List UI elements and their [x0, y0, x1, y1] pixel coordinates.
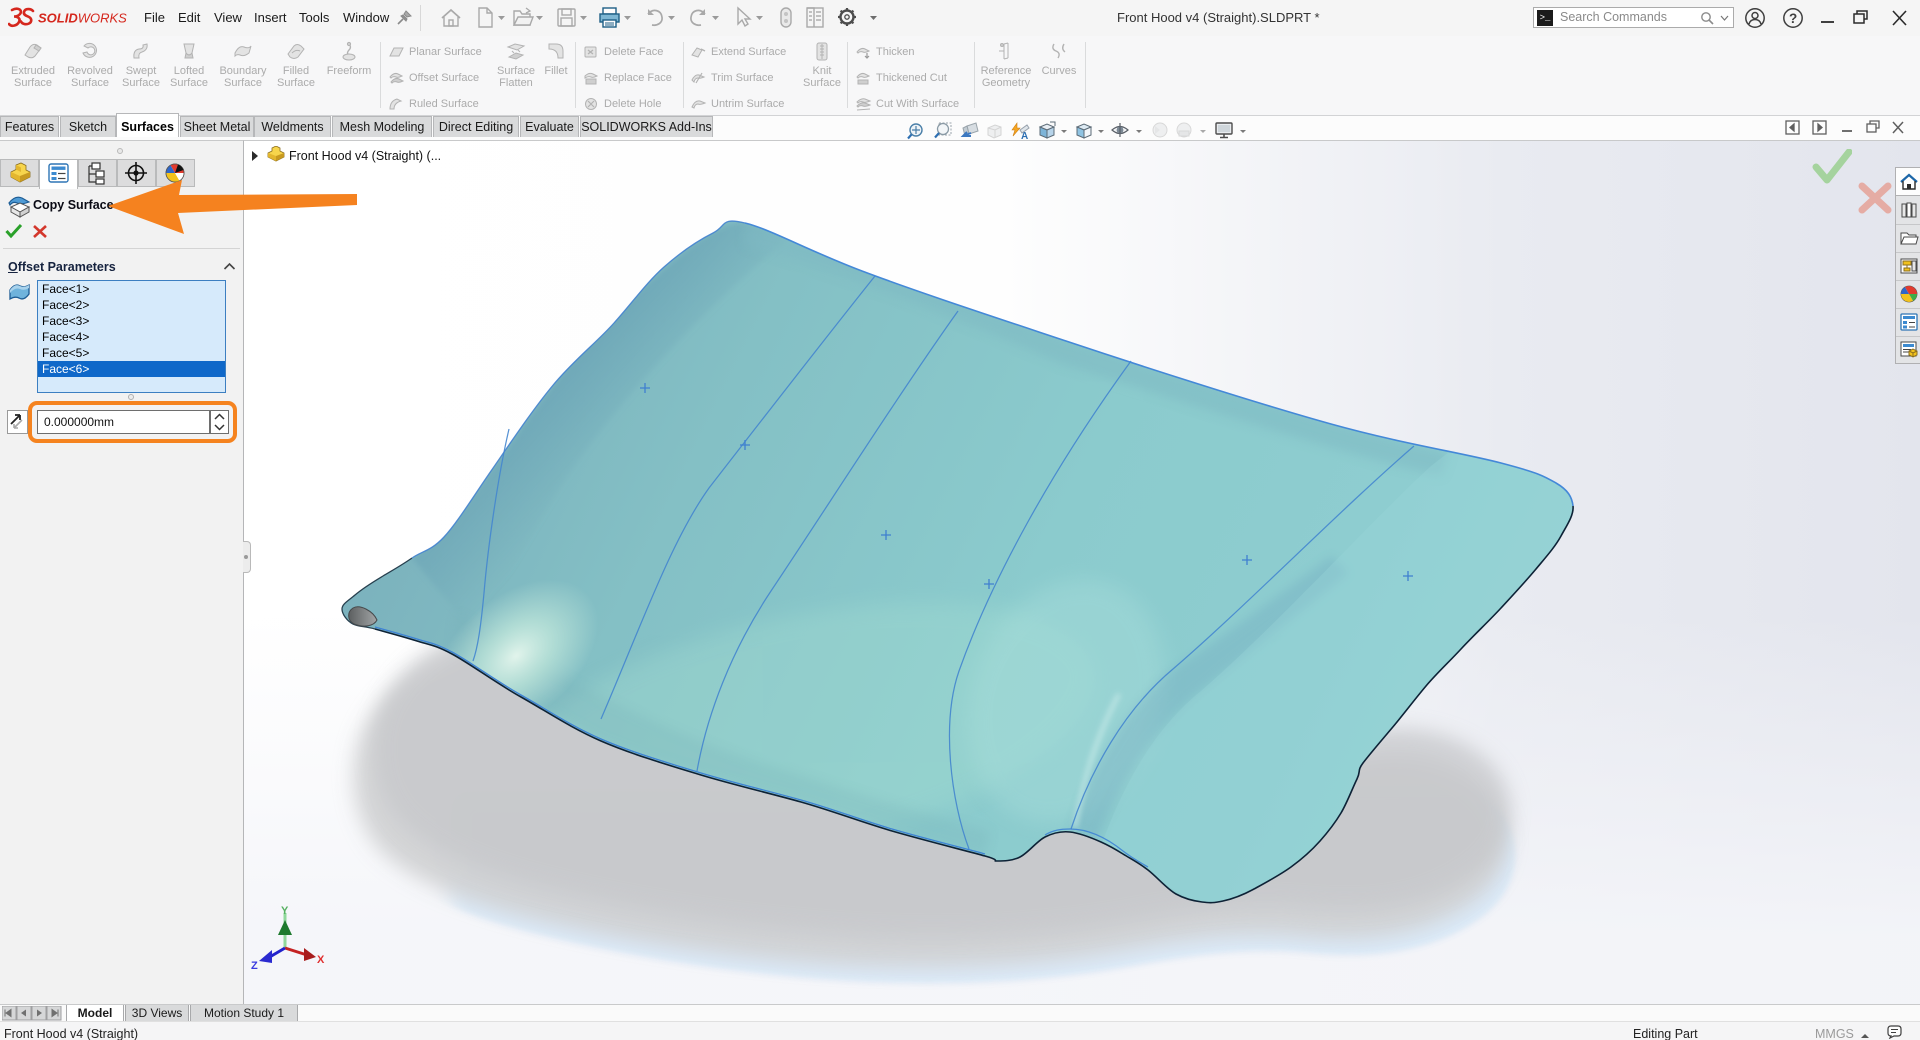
- svg-text:Z: Z: [251, 960, 258, 972]
- svg-text:SOLIDWORKS: SOLIDWORKS: [38, 11, 127, 26]
- svg-text:?: ?: [1789, 11, 1797, 26]
- svg-text:X: X: [317, 954, 325, 966]
- svg-text:Y: Y: [281, 905, 289, 917]
